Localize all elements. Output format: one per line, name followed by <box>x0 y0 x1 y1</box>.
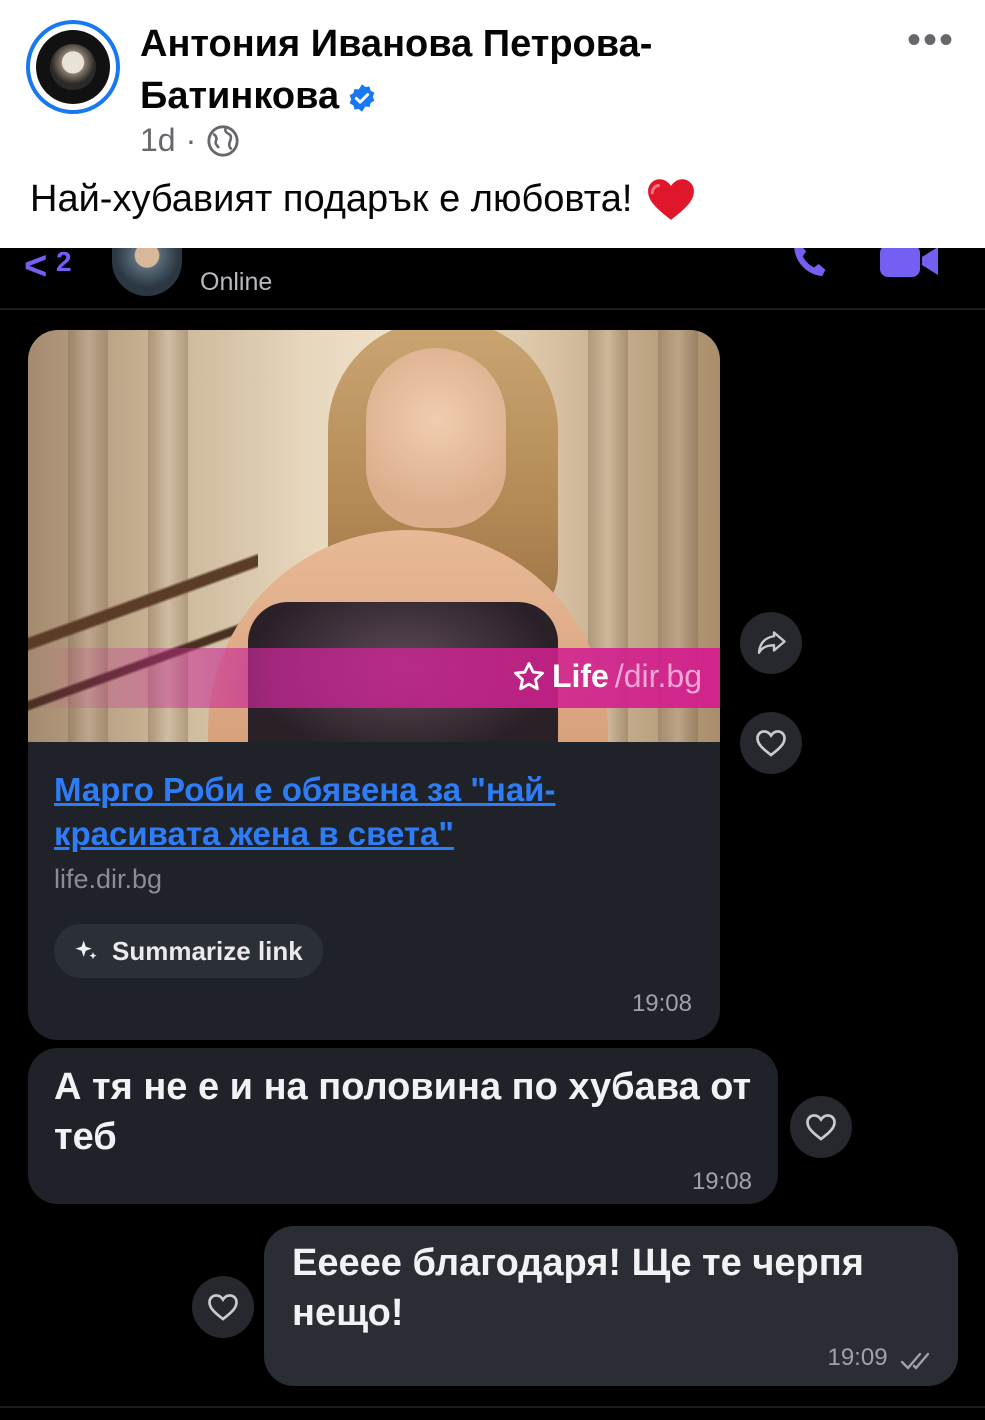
heart-outline-icon <box>208 1294 238 1321</box>
phone-call-icon[interactable] <box>788 248 834 286</box>
link-title[interactable]: Марго Роби е обявена за "най-красивата ж… <box>54 768 654 856</box>
incoming-message[interactable]: А тя не е и на половина по хубава от теб… <box>28 1048 778 1204</box>
heart-outline-icon <box>756 730 786 757</box>
message-footer: 19:09 <box>827 1344 936 1372</box>
contact-status: Online <box>200 268 273 296</box>
heart-outline-icon <box>806 1114 836 1141</box>
brand-name: Life <box>551 658 609 694</box>
unread-count-badge: 2 <box>56 248 72 277</box>
meta-separator: · <box>185 122 197 158</box>
contact-avatar[interactable] <box>112 248 182 296</box>
chat-header: < 2 Online <box>0 248 985 310</box>
summarize-link-button[interactable]: Summarize link <box>54 924 323 978</box>
caption-text: Най-хубавият подарък е любовта! <box>30 177 633 220</box>
site-brand: Life /dir.bg <box>512 658 702 695</box>
forward-button[interactable] <box>740 612 802 674</box>
summarize-label: Summarize link <box>112 935 303 966</box>
forward-arrow-icon <box>757 631 786 654</box>
more-options-button[interactable]: ••• <box>907 20 955 60</box>
author-avatar[interactable] <box>36 30 110 104</box>
verified-badge-icon <box>349 84 375 112</box>
chat-screenshot: < 2 Online Life /dir.bg Марго Роби е обя… <box>0 248 985 1420</box>
link-preview-image[interactable]: Life /dir.bg <box>28 330 720 742</box>
post-caption: Най-хубавият подарък е любовта! <box>30 176 696 222</box>
message-text: А тя не е и на половина по хубава от теб <box>54 1066 752 1158</box>
chat-bottom-divider <box>0 1406 985 1408</box>
author-name[interactable]: Антония Иванова Петрова-Батинкова <box>140 23 652 117</box>
message-time: 19:09 <box>827 1344 888 1371</box>
brand-suffix: /dir.bg <box>614 658 702 694</box>
link-preview-message[interactable]: Life /dir.bg Марго Роби е обявена за "на… <box>28 330 720 1040</box>
message-text: Ееeee благодаря! Ще те черпя нещо! <box>292 1242 864 1334</box>
post-time[interactable]: 1d <box>140 122 176 159</box>
link-domain: life.dir.bg <box>54 864 163 894</box>
like-button[interactable] <box>740 712 802 774</box>
sparkle-icon <box>75 940 97 960</box>
author-avatar-story-ring[interactable] <box>26 20 120 114</box>
author-name-line: Антония Иванова Петрова-Батинкова <box>140 18 760 122</box>
star-icon <box>514 661 544 690</box>
globe-icon[interactable] <box>206 124 240 158</box>
message-time: 19:08 <box>631 990 692 1017</box>
like-button[interactable] <box>790 1096 852 1158</box>
message-time: 19:08 <box>691 1168 752 1195</box>
facebook-post-header: Антония Иванова Петрова-Батинкова 1d · •… <box>0 0 985 248</box>
like-button[interactable] <box>192 1276 254 1338</box>
read-receipt-icon <box>900 1352 930 1370</box>
back-button[interactable]: < <box>24 248 47 289</box>
post-meta: 1d · <box>140 122 240 159</box>
video-call-icon[interactable] <box>878 248 942 282</box>
contact-name-cropped <box>214 248 454 256</box>
outgoing-message[interactable]: Ееeee благодаря! Ще те черпя нещо! 19:09 <box>264 1226 958 1386</box>
red-heart-emoji-icon <box>648 179 695 220</box>
